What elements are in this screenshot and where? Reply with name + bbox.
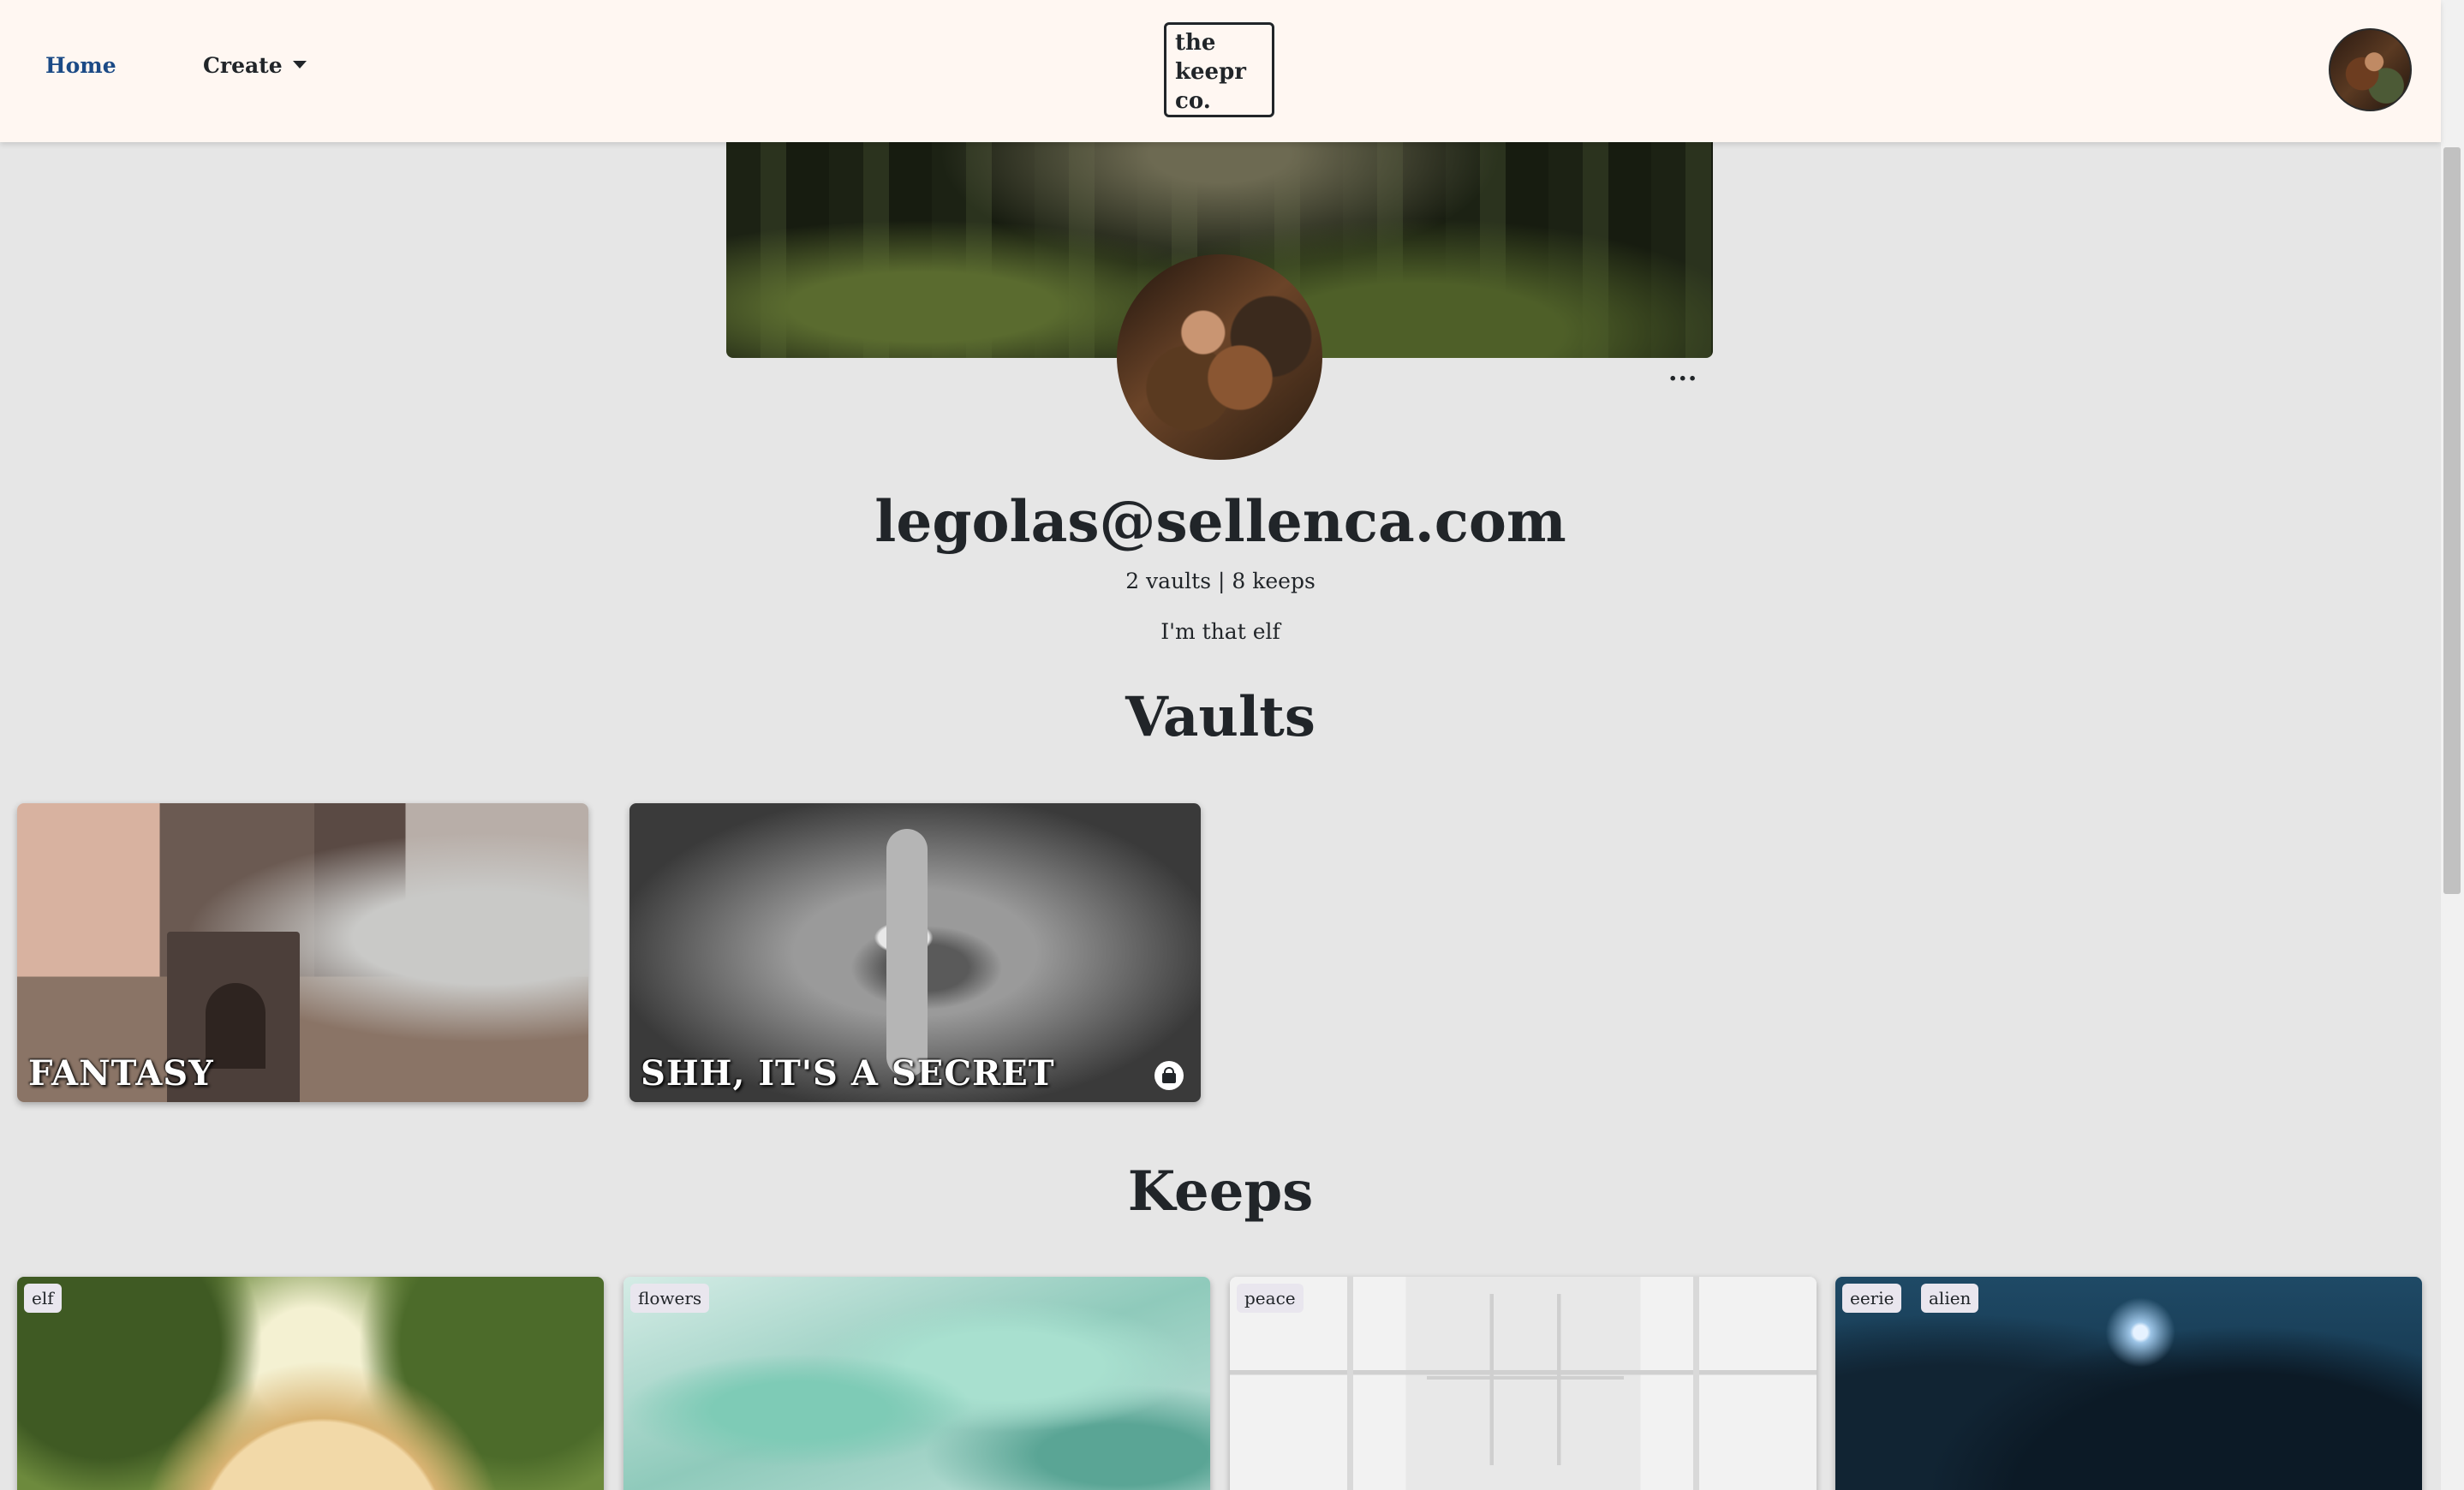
- profile-name: legolas@sellenca.com: [874, 488, 1566, 555]
- keep-card-peace[interactable]: peace: [1230, 1277, 1817, 1490]
- chevron-down-icon: [292, 61, 307, 69]
- vault-label: FANTASY: [28, 1053, 214, 1094]
- profile-stats: 2 vaults | 8 keeps: [1125, 569, 1316, 593]
- keep-tag[interactable]: eerie: [1842, 1284, 1902, 1313]
- keep-card-alien[interactable]: eerie alien: [1835, 1277, 2422, 1490]
- profile-bio: I'm that elf: [1160, 619, 1280, 644]
- profile-avatar: [1117, 254, 1322, 460]
- keep-tag[interactable]: elf: [24, 1284, 62, 1313]
- more-options-icon[interactable]: ...: [1668, 360, 1697, 385]
- keep-card-flowers[interactable]: flowers: [623, 1277, 1210, 1490]
- keep-tag[interactable]: peace: [1237, 1284, 1304, 1313]
- create-dropdown-label: Create: [203, 53, 283, 78]
- keep-card-elf[interactable]: elf: [17, 1277, 604, 1490]
- lock-icon: [1154, 1061, 1184, 1090]
- user-avatar-button[interactable]: [2329, 28, 2412, 111]
- site-logo[interactable]: the keepr co.: [1164, 22, 1274, 117]
- keep-tag[interactable]: alien: [1921, 1284, 1979, 1313]
- page-scrollbar-thumb[interactable]: [2443, 147, 2461, 894]
- vault-card-secret[interactable]: SHH, IT'S A SECRET: [629, 803, 1201, 1102]
- create-dropdown[interactable]: Create: [203, 53, 307, 78]
- keeps-heading: Keeps: [1127, 1159, 1314, 1224]
- navbar: Home Create the keepr co.: [0, 0, 2441, 142]
- keep-tag[interactable]: flowers: [630, 1284, 710, 1313]
- nav-home-link[interactable]: Home: [45, 53, 116, 78]
- vault-label: SHH, IT'S A SECRET: [641, 1053, 1055, 1094]
- vaults-heading: Vaults: [1125, 685, 1316, 749]
- vault-card-fantasy[interactable]: FANTASY: [17, 803, 588, 1102]
